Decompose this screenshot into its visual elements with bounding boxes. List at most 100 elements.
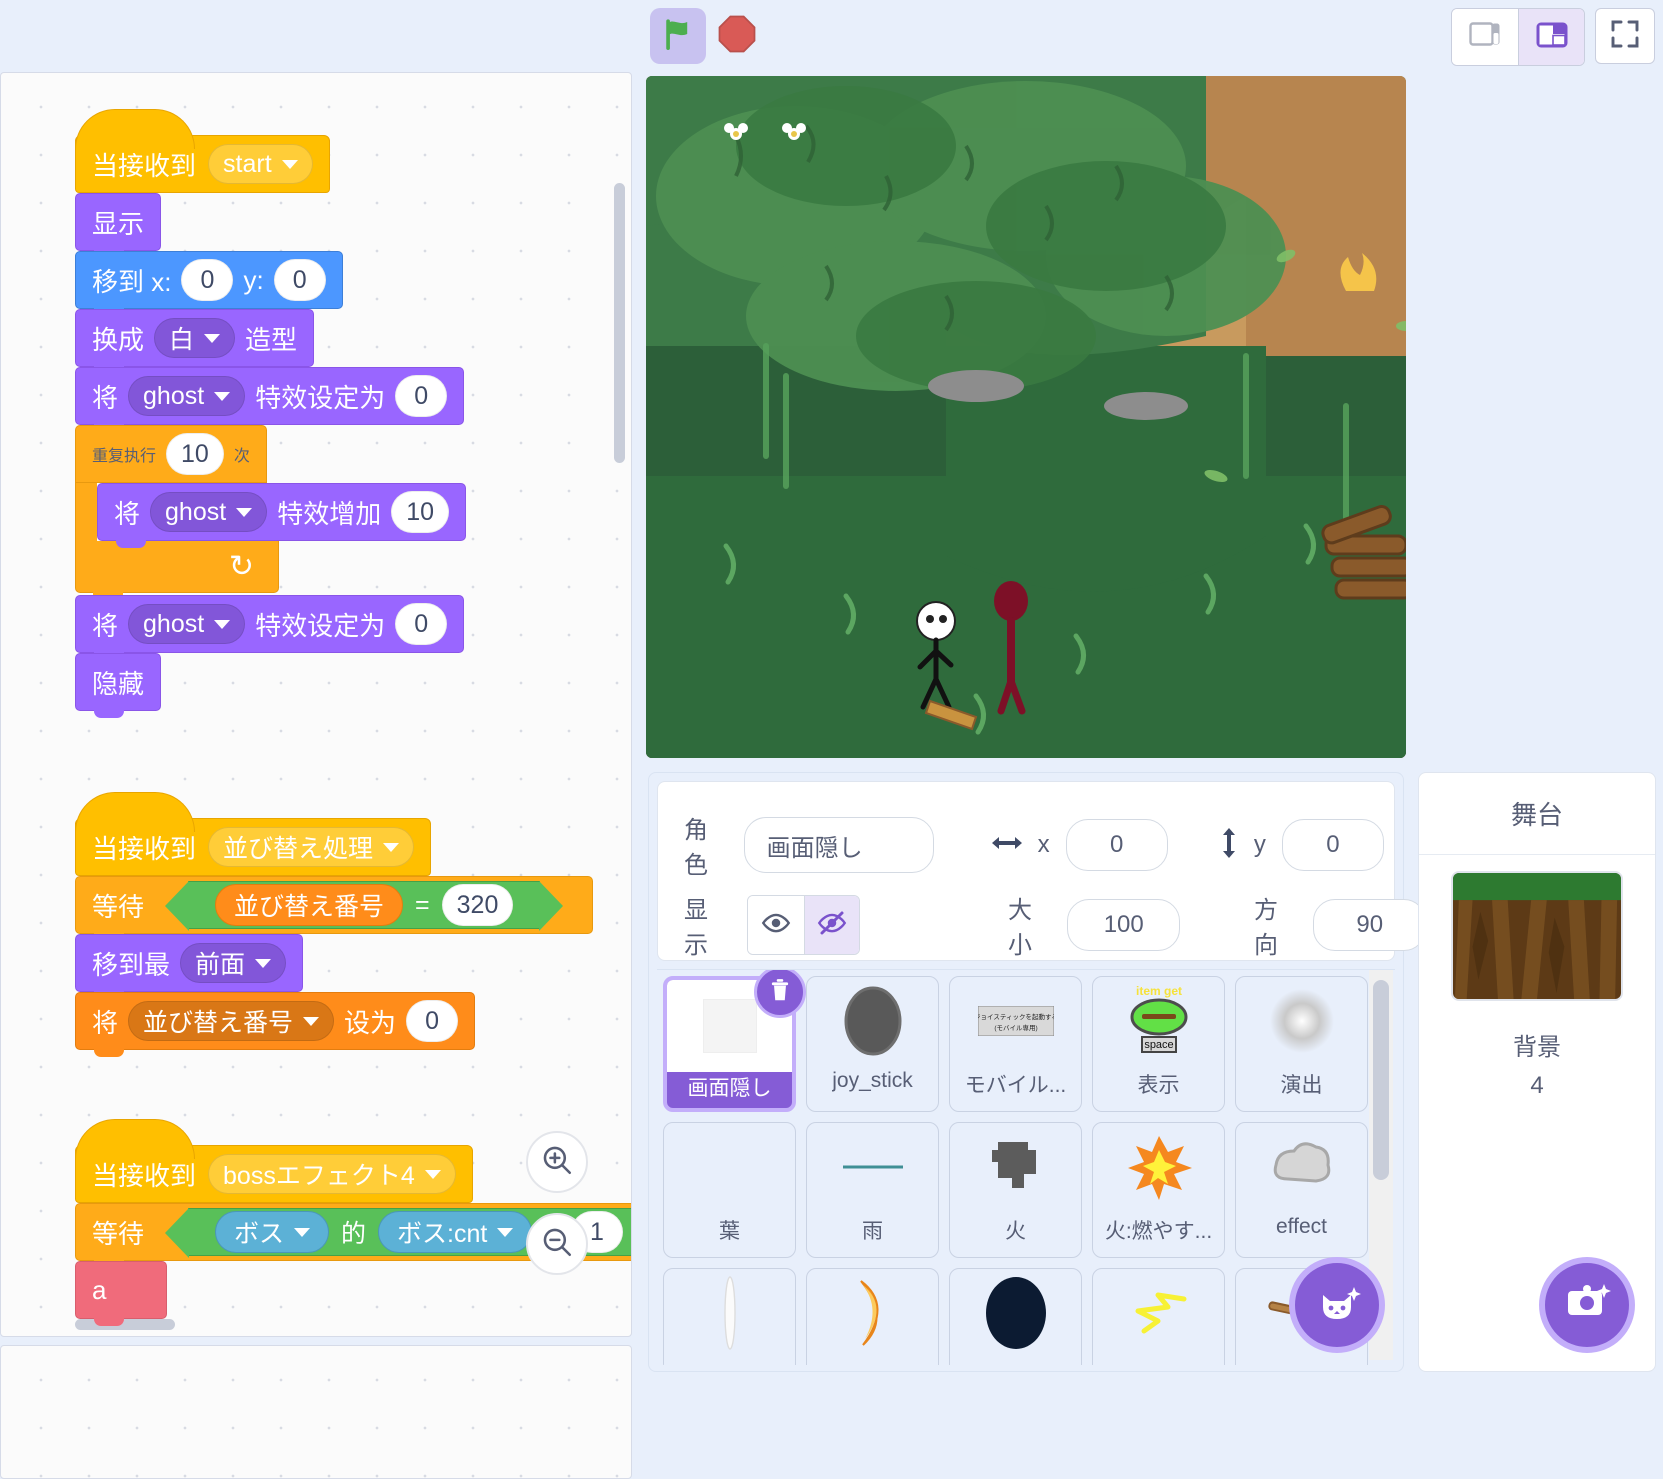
size-input[interactable]: 100 <box>1067 899 1180 951</box>
script-block-stack[interactable]: 当接收到 並び替え処理 等待 並び替え番号 = 320 移到最 前面 将 並び替… <box>75 792 594 1057</box>
change-effect-block[interactable]: 将 ghost 特效增加 10 <box>97 483 467 548</box>
repeat-loop-block[interactable]: 重复执行 10 次 将 ghost 特效增加 10 ↻ <box>75 425 467 593</box>
white-sliver-icon <box>715 1273 745 1358</box>
sprite-list-scrollbar[interactable] <box>1373 980 1389 1180</box>
sprite-card[interactable]: joy_stick <box>806 976 939 1112</box>
sprite-card[interactable]: item get space 表示 <box>1092 976 1225 1112</box>
sprite-grid: 画面隠し joy_stick ジョイスティックを起動する (モバイル専用) モバ… <box>663 970 1373 1365</box>
zoom-in-button[interactable] <box>526 1131 588 1193</box>
show-sprite-button[interactable] <box>748 896 804 954</box>
stop-button[interactable] <box>713 12 761 60</box>
set-variable-block[interactable]: 将 並び替え番号 设为 0 <box>75 992 476 1057</box>
x-label: x <box>1037 831 1050 858</box>
go-to-layer-block[interactable]: 移到最 前面 <box>75 934 304 999</box>
vertical-arrow-icon <box>1218 826 1240 865</box>
sprite-card[interactable]: 火:燃やす... <box>1092 1122 1225 1258</box>
x-input[interactable]: 0 <box>1065 819 1168 871</box>
event-hat-block[interactable]: 当接收到 bossエフェクト4 <box>75 1119 473 1203</box>
code-workspace-lower-pane[interactable] <box>0 1345 632 1479</box>
green-flag-button[interactable] <box>650 8 706 64</box>
fullscreen-button[interactable] <box>1595 8 1655 64</box>
partial-block[interactable]: a <box>75 1261 167 1326</box>
direction-input[interactable]: 90 <box>1313 899 1426 951</box>
workspace-horizontal-scrollbar[interactable] <box>75 1319 175 1330</box>
effect-dropdown[interactable]: ghost <box>128 604 246 644</box>
loop-arm <box>75 483 97 541</box>
sprite-thumbnail <box>807 1269 938 1361</box>
effect-change-input[interactable]: 10 <box>391 491 450 533</box>
wait-until-block[interactable]: 等待 並び替え番号 = 320 <box>75 876 594 941</box>
event-hat-block[interactable]: 当接收到 start <box>75 109 330 193</box>
sprite-card[interactable]: 注意 <box>806 1268 939 1365</box>
y-input[interactable]: 0 <box>1281 819 1385 871</box>
effect-dropdown[interactable]: ghost <box>150 492 268 532</box>
variable-value-input[interactable]: 0 <box>406 1000 459 1042</box>
hide-block[interactable]: 隐藏 <box>75 653 162 718</box>
sprite-card[interactable]: bossエフ... <box>1092 1268 1225 1365</box>
sensing-target-dropdown[interactable]: ボス <box>215 1211 330 1253</box>
dropdown-value: bossエフェクト4 <box>223 1162 415 1190</box>
small-stage-layout-button[interactable] <box>1452 9 1518 65</box>
repeat-count-input[interactable]: 10 <box>166 433 224 475</box>
effect-value-input[interactable]: 0 <box>395 375 448 417</box>
sprite-card[interactable]: 前壁 <box>663 1268 796 1365</box>
costume-dropdown[interactable]: 白 <box>154 318 236 358</box>
add-sprite-button[interactable] <box>1289 1257 1385 1353</box>
delete-sprite-button[interactable] <box>754 970 806 1018</box>
event-hat-block[interactable]: 当接收到 並び替え処理 <box>75 792 432 876</box>
gray-cloud-icon <box>1268 1135 1336 1204</box>
backdrop-thumbnail[interactable] <box>1451 871 1623 1001</box>
code-workspace[interactable]: 当接收到 start 显示 移到 x: 0 y: 0 换成 白 造型 将 gho… <box>0 72 632 1337</box>
equals-boolean-block[interactable]: 並び替え番号 = 320 <box>164 881 564 931</box>
layer-dropdown[interactable]: 前面 <box>180 943 287 983</box>
x-value-input[interactable]: 0 <box>181 259 234 301</box>
add-backdrop-button[interactable] <box>1539 1257 1635 1353</box>
sprite-card[interactable]: 火 <box>949 1122 1082 1258</box>
workspace-vertical-scrollbar[interactable] <box>614 183 625 463</box>
variable-dropdown[interactable]: 並び替え番号 <box>128 1001 335 1041</box>
comparison-value-input[interactable]: 320 <box>441 884 514 926</box>
sprite-card[interactable]: 画面隠し <box>663 970 806 1112</box>
hide-sprite-button[interactable] <box>803 896 859 954</box>
set-effect-block[interactable]: 将 ghost 特效设定为 0 <box>75 367 465 432</box>
sprite-name: モバイル... <box>964 1074 1067 1097</box>
stage-canvas[interactable] <box>646 76 1406 758</box>
y-value-input[interactable]: 0 <box>273 259 326 301</box>
sprite-info-panel: 角色 画面隠し x 0 y 0 显示 大小 100 方向 90 <box>657 781 1426 961</box>
backdrop-preview-icon <box>1453 873 1621 999</box>
chevron-down-icon <box>204 333 221 343</box>
sprite-card[interactable]: effect <box>1235 1122 1368 1258</box>
message-dropdown[interactable]: start <box>208 144 313 184</box>
effect-value-input[interactable]: 0 <box>395 603 448 645</box>
sprite-card[interactable]: 葉 <box>663 1122 796 1258</box>
sprite-card[interactable]: boss エフ... <box>949 1268 1082 1365</box>
sprite-list[interactable]: 画面隠し joy_stick ジョイスティックを起動する (モバイル専用) モバ… <box>657 969 1395 1365</box>
top-toolbar <box>0 0 1663 72</box>
set-effect-block[interactable]: 将 ghost 特效设定为 0 <box>75 595 465 660</box>
large-stage-layout-button[interactable] <box>1518 9 1584 65</box>
sprite-info-row-top: 角色 画面隠し x 0 y 0 <box>684 810 1385 880</box>
sprite-card[interactable]: ジョイスティックを起動する (モバイル専用) モバイル... <box>949 976 1082 1112</box>
size-label: 大小 <box>1008 897 1032 959</box>
sensing-property-dropdown[interactable]: ボス:cnt <box>378 1211 533 1253</box>
message-dropdown[interactable]: bossエフェクト4 <box>208 1154 456 1194</box>
operator-symbol: = <box>415 890 430 919</box>
trash-icon <box>767 977 793 1008</box>
workspace-zoom-controls <box>526 1131 598 1295</box>
switch-costume-block[interactable]: 换成 白 造型 <box>75 309 315 374</box>
effect-dropdown[interactable]: ghost <box>128 376 246 416</box>
sprite-card[interactable]: 演出 <box>1235 976 1368 1112</box>
sprite-name-input[interactable]: 画面隠し <box>743 817 934 873</box>
variable-reporter[interactable]: 並び替え番号 <box>215 884 404 926</box>
script-block-stack[interactable]: 当接收到 start 显示 移到 x: 0 y: 0 换成 白 造型 将 gho… <box>75 109 467 718</box>
visibility-toggle-group <box>747 895 860 955</box>
zoom-out-button[interactable] <box>526 1213 588 1275</box>
goto-xy-block[interactable]: 移到 x: 0 y: 0 <box>75 251 343 316</box>
dropdown-value: ghost <box>143 381 205 410</box>
sprite-name: 火:燃やす... <box>1104 1220 1213 1243</box>
message-dropdown[interactable]: 並び替え処理 <box>208 827 415 867</box>
show-block[interactable]: 显示 <box>75 193 162 258</box>
repeat-header[interactable]: 重复执行 10 次 <box>75 425 267 483</box>
sprite-card[interactable]: 雨 <box>806 1122 939 1258</box>
block-label: 将 <box>92 382 119 413</box>
